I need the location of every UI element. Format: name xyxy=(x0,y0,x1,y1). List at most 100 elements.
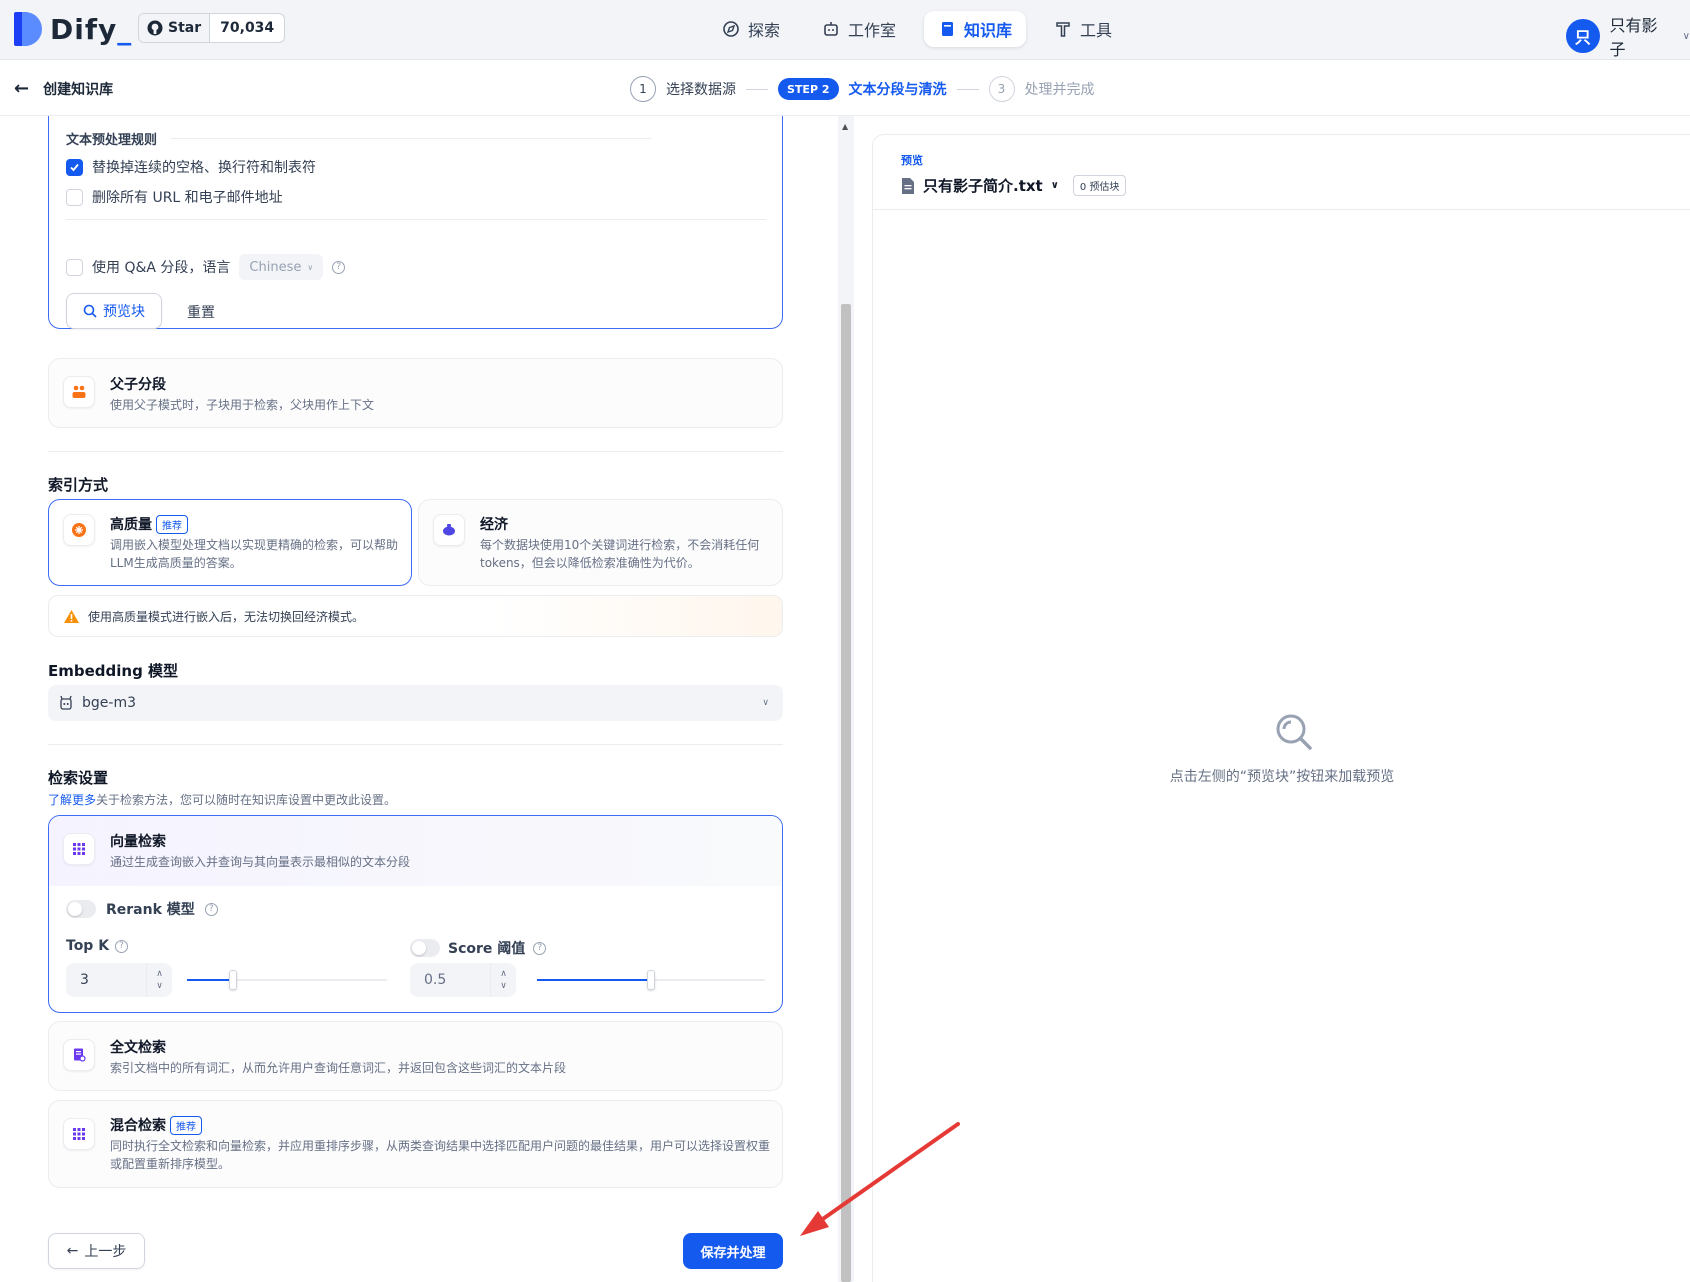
back-button[interactable]: ← 创建知识库 xyxy=(14,78,113,99)
help-icon[interactable]: ? xyxy=(332,260,346,274)
score-stepper[interactable]: ∧ ∨ xyxy=(490,963,516,997)
compass-icon xyxy=(723,21,739,37)
fulltext-desc: 索引文档中的所有词汇，从而允许用户查询任意词汇，并返回包含这些词汇的文本片段 xyxy=(110,1061,567,1075)
help-icon[interactable]: ? xyxy=(533,941,547,955)
file-icon xyxy=(902,177,914,194)
github-star-button[interactable]: Star 70,034 xyxy=(138,13,286,43)
economy-card[interactable]: 经济 每个数据块使用10个关键词进行检索，不会消耗任何tokens，但会以降低检… xyxy=(418,499,783,586)
chevron-up-icon[interactable]: ∧ xyxy=(156,968,163,980)
qa-label: 使用 Q&A 分段，语言 xyxy=(92,260,231,276)
preview-panel: 预览 只有影子简介.txt ∨ 0 预估块 点击左侧的“预览块”按钮来加载预览 xyxy=(872,134,1690,1282)
hybrid-search-card[interactable]: 混合检索 推荐 同时执行全文检索和向量检索，并应用重排序步骤，从两类查询结果中选… xyxy=(48,1100,783,1188)
previous-step-button[interactable]: ← 上一步 xyxy=(48,1233,145,1269)
chunk-count-badge: 0 预估块 xyxy=(1072,175,1127,196)
nav-explore-label: 探索 xyxy=(748,21,781,40)
vector-search-card[interactable]: 向量检索 通过生成查询嵌入并查询与其向量表示最相似的文本分段 Rerank 模型… xyxy=(48,815,783,1013)
step-3-number: 3 xyxy=(988,76,1015,102)
dify-logo[interactable]: Dify_ xyxy=(14,12,132,46)
nav-explore[interactable]: 探索 xyxy=(708,11,794,47)
user-menu[interactable]: 只 只有影子 ∨ xyxy=(1566,12,1690,60)
scroll-up-arrow[interactable]: ▲ xyxy=(842,122,848,131)
rerank-toggle[interactable] xyxy=(66,900,96,918)
piggy-bank-icon xyxy=(433,514,465,546)
high-quality-icon xyxy=(63,514,95,546)
high-quality-card[interactable]: 高质量 推荐 调用嵌入模型处理文档以实现更精确的检索，可以帮助LLM生成高质量的… xyxy=(48,499,412,586)
step-1-number: 1 xyxy=(630,76,656,102)
main-nav: 探索 工作室 知识库 工具 xyxy=(708,11,1126,47)
chevron-down-icon: ∨ xyxy=(307,262,314,272)
help-icon[interactable]: ? xyxy=(204,902,218,916)
scrollbar-thumb[interactable] xyxy=(841,304,851,1282)
score-label: Score 阈值 xyxy=(448,941,526,957)
step-2-label: 文本分段与清洗 xyxy=(848,82,947,98)
score-slider-thumb[interactable] xyxy=(647,970,655,990)
score-value: 0.5 xyxy=(424,972,447,988)
reset-button[interactable]: 重置 xyxy=(187,302,215,322)
retrieval-title: 检索设置 xyxy=(48,769,109,787)
avatar: 只 xyxy=(1566,19,1600,53)
qa-option[interactable]: 使用 Q&A 分段，语言 Chinese ∨ ? xyxy=(66,254,346,280)
config-panel-scrollbar[interactable]: ▲ xyxy=(838,116,854,1282)
star-label: Star xyxy=(168,20,202,36)
parent-child-desc: 使用父子模式时，子块用于检索，父块用作上下文 xyxy=(110,398,375,412)
nav-studio[interactable]: 工作室 xyxy=(808,11,910,47)
preview-chunk-label: 预览块 xyxy=(103,304,145,320)
rule-remove-urls-label: 删除所有 URL 和电子邮件地址 xyxy=(92,190,283,206)
chevron-up-icon[interactable]: ∧ xyxy=(500,968,507,980)
rule-remove-urls[interactable]: 删除所有 URL 和电子邮件地址 xyxy=(66,187,283,207)
topk-slider-thumb[interactable] xyxy=(229,970,237,990)
chevron-down-icon[interactable]: ∨ xyxy=(156,980,163,992)
book-icon xyxy=(942,22,954,36)
page-title: 创建知识库 xyxy=(43,81,114,98)
nav-knowledge-label: 知识库 xyxy=(964,21,1013,40)
help-icon[interactable]: ? xyxy=(115,939,129,953)
qa-language-value: Chinese xyxy=(249,259,302,275)
chevron-down-icon: ∨ xyxy=(1682,30,1690,42)
high-quality-desc: 调用嵌入模型处理文档以实现更精确的检索，可以帮助LLM生成高质量的答案。 xyxy=(110,538,399,570)
chevron-down-icon[interactable]: ∨ xyxy=(500,980,507,992)
economy-title: 经济 xyxy=(480,517,508,533)
retrieval-desc: 关于检索方法，您可以随时在知识库设置中更改此设置。 xyxy=(96,793,397,807)
page-subheader: ← 创建知识库 1 选择数据源 STEP 2 文本分段与清洗 3 处理并完成 xyxy=(0,60,1690,116)
checkbox-checked[interactable] xyxy=(66,158,83,176)
save-and-process-button[interactable]: 保存并处理 xyxy=(683,1233,783,1269)
rerank-label: Rerank 模型 xyxy=(106,902,195,918)
previous-step-label: 上一步 xyxy=(84,1244,127,1260)
logo-text: Dify xyxy=(50,12,118,46)
nav-studio-label: 工作室 xyxy=(848,21,897,40)
hybrid-title: 混合检索 xyxy=(110,1118,166,1134)
vector-icon xyxy=(63,833,95,865)
chevron-down-icon: ∨ xyxy=(1050,180,1059,191)
learn-more-link[interactable]: 了解更多 xyxy=(48,793,96,807)
nav-tools-label: 工具 xyxy=(1080,21,1113,40)
topk-value: 3 xyxy=(80,972,89,988)
chevron-down-icon: ∨ xyxy=(762,698,769,708)
fulltext-search-card[interactable]: 全文检索 索引文档中的所有词汇，从而允许用户查询任意词汇，并返回包含这些词汇的文… xyxy=(48,1021,783,1091)
topk-stepper[interactable]: ∧ ∨ xyxy=(146,963,172,997)
parent-child-card[interactable]: 父子分段 使用父子模式时，子块用于检索，父块用作上下文 xyxy=(48,358,783,428)
robot-icon xyxy=(824,22,838,36)
fulltext-title: 全文检索 xyxy=(110,1040,166,1056)
rule-replace-spaces[interactable]: 替换掉连续的空格、换行符和制表符 xyxy=(66,157,316,177)
qa-language-select[interactable]: Chinese ∨ xyxy=(239,254,324,280)
model-icon xyxy=(60,695,72,710)
embedding-model-select[interactable]: bge-m3 ∨ xyxy=(48,685,783,721)
topk-slider[interactable] xyxy=(187,970,387,990)
score-input[interactable]: 0.5 ∧ ∨ xyxy=(410,963,516,997)
nav-knowledge[interactable]: 知识库 xyxy=(924,11,1027,47)
score-row: Score 阈值 ? xyxy=(410,938,547,958)
score-slider[interactable] xyxy=(537,970,765,990)
file-selector[interactable]: 只有影子简介.txt ∨ xyxy=(923,175,1059,196)
nav-tools[interactable]: 工具 xyxy=(1040,11,1126,47)
vector-desc: 通过生成查询嵌入并查询与其向量表示最相似的文本分段 xyxy=(110,855,411,869)
tools-icon xyxy=(1056,22,1070,37)
preprocess-title: 文本预处理规则 xyxy=(66,133,158,148)
topk-input[interactable]: 3 ∧ ∨ xyxy=(66,963,172,997)
index-method-title: 索引方式 xyxy=(48,476,109,494)
checkbox-unchecked[interactable] xyxy=(66,188,83,206)
github-icon xyxy=(147,20,163,36)
qa-checkbox[interactable] xyxy=(66,258,83,276)
hybrid-desc: 同时执行全文检索和向量检索，并应用重排序步骤，从两类查询结果中选择匹配用户问题的… xyxy=(110,1139,771,1171)
preview-chunk-button[interactable]: 预览块 xyxy=(66,293,162,329)
score-toggle[interactable] xyxy=(410,939,440,957)
